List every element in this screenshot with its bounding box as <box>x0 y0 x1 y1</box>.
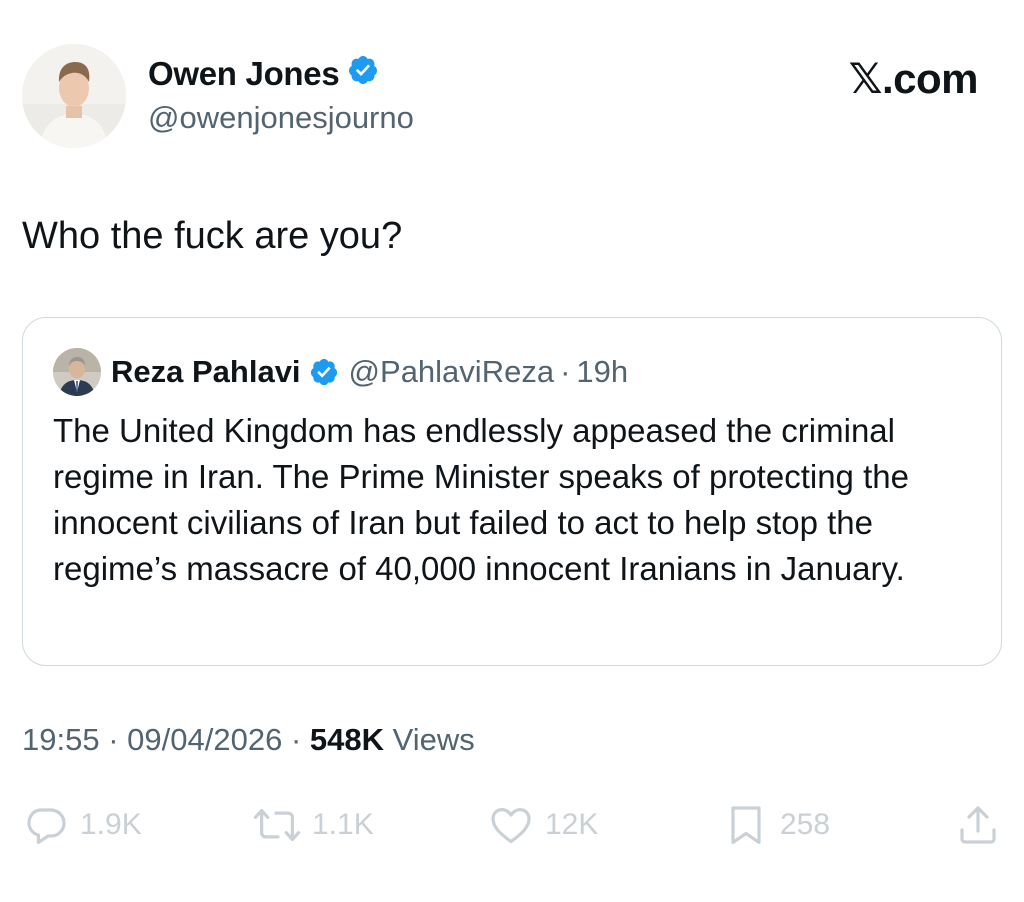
quoted-author-avatar[interactable] <box>53 348 101 396</box>
quoted-tweet-header: Reza Pahlavi @PahlaviReza · 19h <box>111 352 628 392</box>
like-button[interactable]: 12K <box>487 800 598 850</box>
tweet-text: Who the fuck are you? <box>22 215 403 257</box>
tweet-meta: 19:55 · 09/04/2026 · 548K Views <box>22 722 475 758</box>
repost-button[interactable]: 1.1K <box>252 800 374 850</box>
reply-button[interactable]: 1.9K <box>22 800 142 850</box>
share-button[interactable] <box>954 800 1002 850</box>
quoted-author-handle[interactable]: @PahlaviReza <box>349 352 555 392</box>
reply-icon <box>27 808 66 844</box>
reply-count: 1.9K <box>80 808 142 841</box>
author-avatar[interactable] <box>22 44 126 148</box>
bookmark-button[interactable]: 258 <box>722 800 830 850</box>
author-handle[interactable]: @owenjonesjourno <box>148 100 414 136</box>
views-label: Views <box>392 722 475 757</box>
verified-badge-icon <box>347 54 379 94</box>
verified-badge-icon <box>309 357 339 387</box>
quoted-tweet[interactable]: Reza Pahlavi @PahlaviReza · 19h The Unit… <box>22 317 1002 666</box>
quoted-tweet-text: The United Kingdom has endlessly appease… <box>53 412 909 587</box>
views-count: 548K <box>309 722 384 757</box>
separator-dot: · <box>290 722 302 757</box>
repost-count: 1.1K <box>312 808 374 841</box>
quoted-tweet-time[interactable]: 19h <box>576 352 628 392</box>
like-count: 12K <box>545 808 599 841</box>
separator-dot: · <box>560 354 571 389</box>
tweet-date[interactable]: 09/04/2026 <box>127 722 282 757</box>
quoted-author-name[interactable]: Reza Pahlavi <box>111 352 301 392</box>
author-name[interactable]: Owen Jones <box>148 54 379 94</box>
tweet-page: Owen Jones @owenjonesjourno 𝕏.com Who th… <box>0 0 1024 902</box>
share-icon <box>960 806 996 844</box>
heart-icon <box>491 808 531 844</box>
action-bar: 1.9K 1.1K 12K 258 <box>22 800 1002 850</box>
tweet-time[interactable]: 19:55 <box>22 722 100 757</box>
repost-icon <box>253 808 301 842</box>
bookmark-icon <box>731 806 761 844</box>
separator-dot: · <box>108 722 119 757</box>
author-name-text[interactable]: Owen Jones <box>148 55 340 93</box>
bookmark-count: 258 <box>780 808 831 841</box>
x-logo: 𝕏.com <box>848 55 979 102</box>
